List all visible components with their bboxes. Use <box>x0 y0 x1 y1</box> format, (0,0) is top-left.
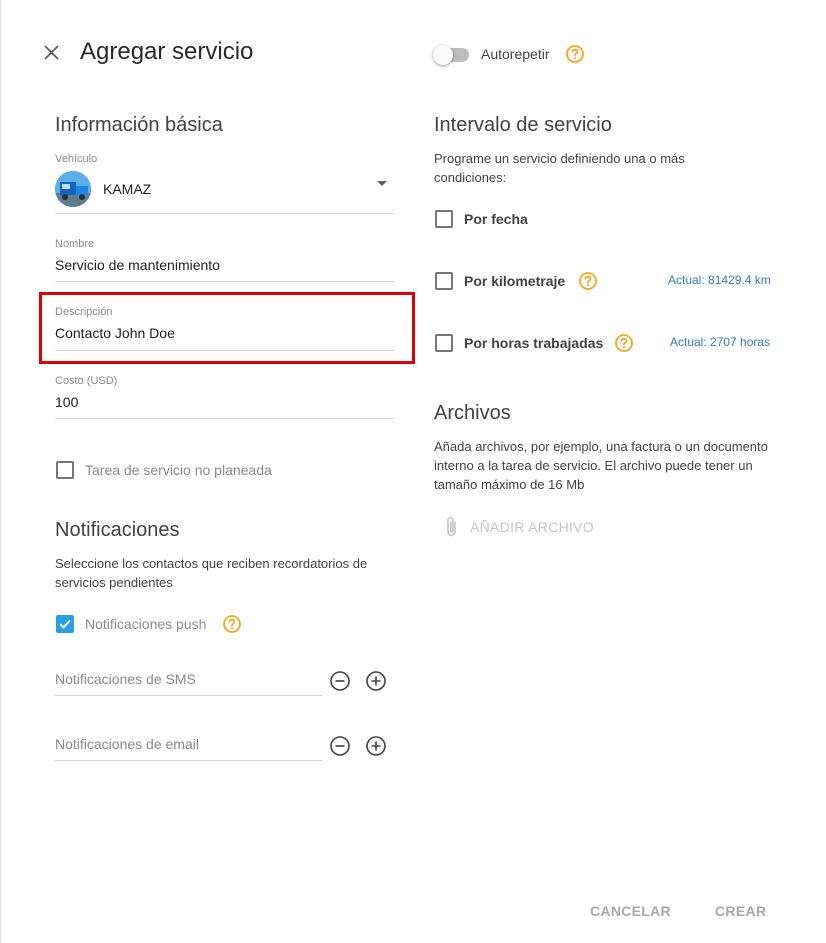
mileage-actual: Actual: 81429.4 km <box>668 273 771 287</box>
minus-circle-icon <box>330 736 350 756</box>
cost-label: Costo (USD) <box>55 375 118 387</box>
sms-remove-button[interactable] <box>329 670 351 692</box>
plus-circle-icon <box>366 671 386 691</box>
vehicle-avatar <box>55 171 91 207</box>
by-date-checkbox[interactable] <box>435 210 453 228</box>
chevron-down-icon[interactable] <box>375 176 389 186</box>
notifications-description: Seleccione los contactos que reciben rec… <box>55 556 368 590</box>
by-hours-checkbox[interactable] <box>435 334 453 352</box>
description-highlight-box <box>39 292 415 364</box>
files-title: Archivos <box>434 402 511 424</box>
autorepeat-label: Autorepetir <box>481 46 550 62</box>
email-underline <box>55 760 322 761</box>
autorepeat-toggle[interactable] <box>433 45 469 65</box>
dialog-title: Agregar servicio <box>80 38 254 65</box>
hours-help-icon[interactable] <box>614 333 634 353</box>
by-mileage-label: Por kilometraje <box>464 273 566 289</box>
mileage-help-icon[interactable] <box>578 271 598 291</box>
add-file-label: AÑADIR ARCHIVO <box>470 519 594 535</box>
service-interval-title: Intervalo de servicio <box>434 114 612 136</box>
cancel-button[interactable]: CANCELAR <box>590 903 671 919</box>
email-input[interactable]: Notificaciones de email <box>55 736 199 752</box>
close-button[interactable] <box>39 40 65 66</box>
hours-actual: Actual: 2707 horas <box>670 335 771 349</box>
vehicle-select-value[interactable]: KAMAZ <box>103 181 151 197</box>
unplanned-checkbox[interactable] <box>56 461 74 479</box>
unplanned-label: Tarea de servicio no planeada <box>85 462 272 478</box>
basic-info-title: Información básica <box>55 114 223 136</box>
by-mileage-checkbox[interactable] <box>435 272 453 290</box>
paperclip-icon <box>447 516 456 537</box>
cost-input[interactable]: 100 <box>55 394 78 410</box>
files-description: Añada archivos, por ejemplo, una factura… <box>434 439 768 492</box>
service-interval-description: Programe un servicio definiendo una o má… <box>434 151 685 185</box>
by-hours-label: Por horas trabajadas <box>464 335 604 351</box>
notifications-title: Notificaciones <box>55 519 180 541</box>
email-add-button[interactable] <box>365 735 387 757</box>
by-date-label: Por fecha <box>464 211 528 227</box>
name-label: Nombre <box>55 238 95 250</box>
cost-underline <box>55 418 394 419</box>
name-input[interactable]: Servicio de mantenimiento <box>55 257 220 273</box>
sms-input[interactable]: Notificaciones de SMS <box>55 671 196 687</box>
minus-circle-icon <box>330 671 350 691</box>
add-service-dialog: Agregar servicio Autorepetir Información… <box>0 0 826 943</box>
plus-circle-icon <box>366 736 386 756</box>
add-file-button[interactable]: AÑADIR ARCHIVO <box>444 515 594 539</box>
vehicle-label: Vehículo <box>55 153 98 165</box>
sms-underline <box>55 695 322 696</box>
vehicle-underline <box>55 213 394 214</box>
email-remove-button[interactable] <box>329 735 351 757</box>
name-underline <box>55 281 394 282</box>
autorepeat-help-icon[interactable] <box>565 44 585 64</box>
close-icon <box>44 45 59 60</box>
push-help-icon[interactable] <box>222 614 242 634</box>
push-checkbox[interactable] <box>56 615 74 633</box>
create-button[interactable]: CREAR <box>715 903 766 919</box>
sms-add-button[interactable] <box>365 670 387 692</box>
push-label: Notificaciones push <box>85 616 207 632</box>
